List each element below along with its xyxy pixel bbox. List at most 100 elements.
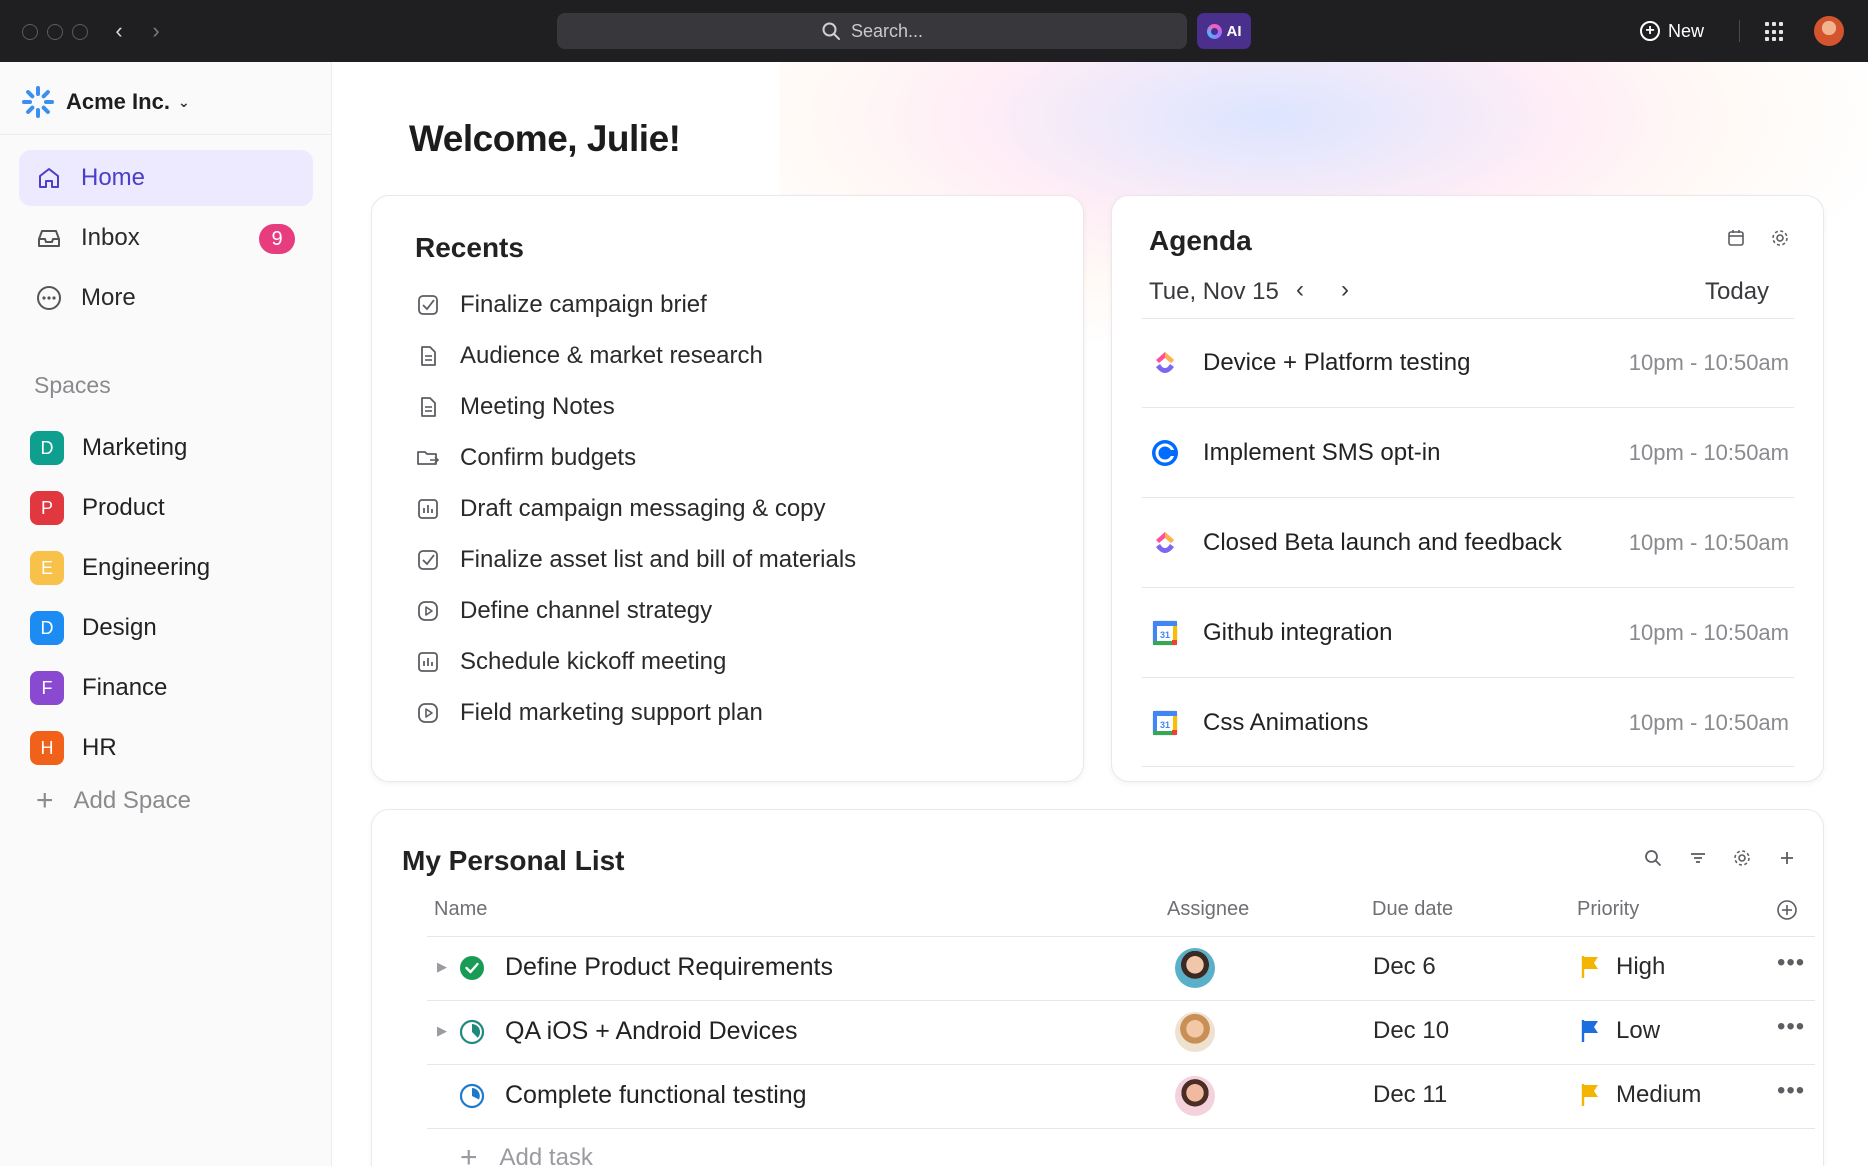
new-button[interactable]: + New bbox=[1640, 14, 1704, 48]
status-in-review-icon[interactable] bbox=[459, 1083, 485, 1109]
agenda-event[interactable]: Closed Beta launch and feedback 10pm - 1… bbox=[1149, 523, 1789, 563]
next-day-icon[interactable]: › bbox=[1341, 276, 1349, 304]
search-icon[interactable] bbox=[1642, 848, 1664, 870]
user-avatar[interactable] bbox=[1814, 16, 1844, 46]
due-date[interactable]: Dec 6 bbox=[1373, 953, 1436, 981]
priority-flag-icon bbox=[1579, 1017, 1601, 1045]
search-bar[interactable]: Search... bbox=[557, 13, 1187, 49]
sidebar: Acme Inc. ⌄ Home Inbox 9 More Spaces D M… bbox=[0, 62, 332, 1166]
recent-item[interactable]: Finalize campaign brief bbox=[416, 287, 707, 323]
new-label: New bbox=[1668, 20, 1705, 41]
document-icon bbox=[416, 344, 440, 368]
add-space-button[interactable]: + Add Space bbox=[36, 786, 191, 816]
apps-grid-icon[interactable] bbox=[1765, 22, 1785, 42]
recent-item[interactable]: Draft campaign messaging & copy bbox=[416, 491, 826, 527]
priority-label[interactable]: High bbox=[1616, 953, 1665, 981]
sidebar-item-more[interactable]: More bbox=[19, 270, 313, 326]
column-header-name[interactable]: Name bbox=[434, 898, 487, 921]
folder-sync-icon bbox=[416, 446, 440, 470]
expand-caret-icon[interactable]: ▶ bbox=[437, 1023, 447, 1039]
space-label: Engineering bbox=[82, 554, 211, 581]
window-minimize-button[interactable] bbox=[47, 24, 63, 40]
space-item-hr[interactable]: H HR bbox=[30, 728, 117, 768]
status-complete-icon[interactable] bbox=[459, 955, 485, 981]
recent-item-label: Confirm budgets bbox=[460, 444, 637, 471]
column-header-priority[interactable]: Priority bbox=[1577, 898, 1639, 921]
calendar-icon[interactable] bbox=[1726, 228, 1746, 248]
divider bbox=[0, 134, 331, 135]
table-row[interactable]: Complete functional testing Dec 11 Mediu… bbox=[427, 1067, 1815, 1127]
task-name: Define Product Requirements bbox=[505, 953, 833, 981]
priority-label[interactable]: Medium bbox=[1616, 1081, 1701, 1109]
space-item-marketing[interactable]: D Marketing bbox=[30, 428, 187, 468]
column-header-assignee[interactable]: Assignee bbox=[1167, 898, 1249, 921]
svg-text:31: 31 bbox=[1160, 630, 1170, 640]
add-task-button[interactable]: + Add task bbox=[460, 1143, 593, 1166]
status-in-progress-icon[interactable] bbox=[459, 1019, 485, 1045]
recent-item[interactable]: Define channel strategy bbox=[416, 593, 712, 629]
plus-icon[interactable] bbox=[1776, 848, 1798, 870]
more-options-icon[interactable]: ••• bbox=[1777, 1077, 1805, 1105]
assignee-avatar[interactable] bbox=[1175, 1012, 1215, 1052]
inbox-icon bbox=[35, 224, 63, 252]
sidebar-item-inbox[interactable]: Inbox 9 bbox=[19, 210, 313, 266]
priority-label[interactable]: Low bbox=[1616, 1017, 1660, 1045]
svg-text:31: 31 bbox=[1160, 720, 1170, 730]
event-name: Css Animations bbox=[1203, 709, 1369, 736]
expand-caret-icon[interactable]: ▶ bbox=[437, 959, 447, 975]
back-arrow-icon[interactable]: ‹ bbox=[108, 18, 130, 44]
checkbox-icon bbox=[416, 548, 440, 572]
recent-item[interactable]: Schedule kickoff meeting bbox=[416, 644, 726, 680]
google-calendar-icon: 31 bbox=[1149, 707, 1181, 739]
ai-label: AI bbox=[1226, 22, 1242, 40]
priority-flag-icon bbox=[1579, 953, 1601, 981]
recent-item[interactable]: Confirm budgets bbox=[416, 440, 636, 476]
agenda-event[interactable]: Device + Platform testing 10pm - 10:50am bbox=[1149, 343, 1789, 383]
sidebar-item-label: Inbox bbox=[81, 224, 140, 251]
task-name: Complete functional testing bbox=[505, 1081, 807, 1109]
agenda-event[interactable]: 31 Css Animations 10pm - 10:50am bbox=[1149, 703, 1789, 743]
table-row[interactable]: ▶ QA iOS + Android Devices Dec 10 Low ••… bbox=[427, 1003, 1815, 1063]
assignee-avatar[interactable] bbox=[1175, 1076, 1215, 1116]
clickup-logo-icon bbox=[1149, 347, 1181, 379]
window-close-button[interactable] bbox=[22, 24, 38, 40]
add-column-icon[interactable] bbox=[1776, 899, 1798, 921]
due-date[interactable]: Dec 11 bbox=[1373, 1081, 1447, 1109]
space-item-product[interactable]: P Product bbox=[30, 488, 165, 528]
more-options-icon[interactable]: ••• bbox=[1777, 1013, 1805, 1041]
space-item-design[interactable]: D Design bbox=[30, 608, 157, 648]
chevron-down-icon: ⌄ bbox=[177, 93, 190, 110]
today-button[interactable]: Today bbox=[1705, 278, 1769, 306]
recent-item[interactable]: Meeting Notes bbox=[416, 389, 615, 425]
space-item-finance[interactable]: F Finance bbox=[30, 668, 167, 708]
event-time: 10pm - 10:50am bbox=[1628, 530, 1789, 555]
agenda-event[interactable]: Implement SMS opt-in 10pm - 10:50am bbox=[1149, 433, 1789, 473]
recent-item-label: Schedule kickoff meeting bbox=[460, 648, 727, 675]
search-placeholder: Search... bbox=[850, 20, 924, 41]
space-item-engineering[interactable]: E Engineering bbox=[30, 548, 210, 588]
previous-day-icon[interactable]: ‹ bbox=[1296, 276, 1304, 304]
window-maximize-button[interactable] bbox=[72, 24, 88, 40]
sidebar-item-home[interactable]: Home bbox=[19, 150, 313, 206]
filter-icon[interactable] bbox=[1687, 848, 1709, 870]
divider bbox=[1739, 20, 1740, 42]
recent-item-label: Audience & market research bbox=[460, 342, 763, 369]
column-header-due-date[interactable]: Due date bbox=[1372, 898, 1453, 921]
forward-arrow-icon[interactable]: › bbox=[145, 18, 167, 44]
recent-item[interactable]: Field marketing support plan bbox=[416, 695, 763, 731]
settings-gear-icon[interactable] bbox=[1770, 228, 1790, 248]
ai-button[interactable]: AI bbox=[1197, 13, 1251, 49]
recent-item[interactable]: Finalize asset list and bill of material… bbox=[416, 542, 856, 578]
settings-gear-icon[interactable] bbox=[1731, 848, 1753, 870]
more-options-icon[interactable]: ••• bbox=[1777, 949, 1805, 977]
sidebar-item-label: More bbox=[81, 284, 136, 311]
workspace-switcher[interactable]: Acme Inc. ⌄ bbox=[22, 82, 190, 122]
table-row[interactable]: ▶ Define Product Requirements Dec 6 High… bbox=[427, 939, 1815, 999]
due-date[interactable]: Dec 10 bbox=[1373, 1017, 1449, 1045]
space-label: Design bbox=[82, 614, 157, 641]
agenda-event[interactable]: 31 Github integration 10pm - 10:50am bbox=[1149, 613, 1789, 653]
space-avatar: D bbox=[30, 431, 64, 465]
recent-item-label: Field marketing support plan bbox=[460, 699, 763, 726]
recent-item[interactable]: Audience & market research bbox=[416, 338, 763, 374]
assignee-avatar[interactable] bbox=[1175, 948, 1215, 988]
